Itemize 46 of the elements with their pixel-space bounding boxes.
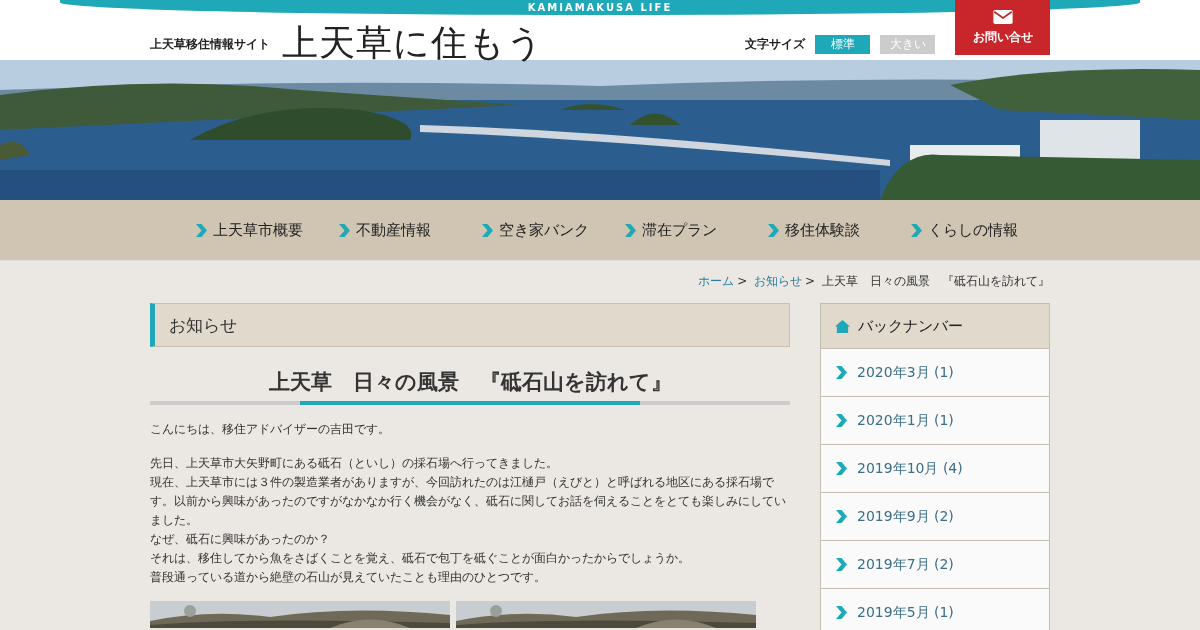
- nav-link[interactable]: 不動産情報: [314, 200, 457, 260]
- section-heading: お知らせ: [150, 303, 790, 347]
- mail-icon: [992, 9, 1013, 24]
- home-icon: [835, 318, 850, 334]
- breadcrumb-link[interactable]: ホーム: [698, 274, 735, 288]
- chevron-icon: [836, 510, 847, 523]
- breadcrumb-separator: >: [805, 274, 816, 288]
- chevron-icon: [836, 558, 847, 571]
- chevron-icon: [836, 462, 847, 475]
- chevron-icon: [836, 606, 847, 619]
- body-text: 先日、上天草市大矢野町にある砥石（といし）の採石場へ行ってきました。: [150, 455, 559, 472]
- breadcrumb-separator: >: [737, 274, 748, 288]
- archive-link[interactable]: 2020年3月 (1): [821, 349, 1049, 397]
- archive-link[interactable]: 2019年5月 (1): [821, 589, 1049, 630]
- archive-link[interactable]: 2019年10月 (4): [821, 445, 1049, 493]
- chevron-icon: [836, 414, 847, 427]
- chevron-icon: [339, 223, 350, 237]
- site-tagline: KAMIAMAKUSA LIFE: [527, 1, 673, 15]
- breadcrumb-current: 上天草 日々の風景 『砥石山を訪れて』: [822, 274, 1050, 288]
- body-text: 普段通っている道から絶壁の石山が見えていたことも理由のひとつです。: [150, 569, 547, 586]
- nav-link[interactable]: 上天草市概要: [171, 200, 314, 260]
- chevron-icon: [482, 223, 493, 237]
- sidebar-title: バックナンバー: [858, 316, 963, 336]
- archive-link[interactable]: 2019年9月 (2): [821, 493, 1049, 541]
- font-size-button[interactable]: 標準: [815, 34, 870, 54]
- font-size-label: 文字サイズ: [745, 35, 805, 53]
- nav-link[interactable]: 滞在プラン: [600, 200, 743, 260]
- archive-link[interactable]: 2019年7月 (2): [821, 541, 1049, 589]
- archive-link[interactable]: 2020年1月 (1): [821, 397, 1049, 445]
- chevron-icon: [836, 366, 847, 379]
- chevron-icon: [196, 223, 207, 237]
- nav-link[interactable]: 移住体験談: [743, 200, 886, 260]
- site-label: 上天草移住情報サイト: [150, 35, 270, 53]
- chevron-icon: [911, 223, 922, 237]
- body-text: こんにちは、移住アドバイザーの吉田です。: [150, 421, 391, 438]
- nav-link[interactable]: くらしの情報: [886, 200, 1029, 260]
- chevron-icon: [625, 223, 636, 237]
- breadcrumb-link[interactable]: お知らせ: [754, 274, 803, 288]
- body-text: それは、移住してから魚をさばくことを覚え、砥石で包丁を砥ぐことが面白かったからでしょうか。: [150, 550, 691, 567]
- body-text: 現在、上天草市には３件の製造業者がありますが、今回訪れたのは江樋戸（えびと）と呼ばれる地区にある採石場です。以前から興味があったのですがなかなか行く機会がなく、砥石に関してお話を伺えることをとても楽しみにしていました。: [150, 474, 787, 529]
- site-logo[interactable]: 上天草に住もう: [282, 23, 544, 63]
- article-title: 上天草 日々の風景 『砥石山を訪れて』: [267, 369, 673, 396]
- nav-link[interactable]: 空き家バンク: [457, 200, 600, 260]
- body-text: なぜ、砥石に興味があったのか？: [150, 531, 331, 548]
- contact-button[interactable]: お問い合せ: [955, 0, 1050, 55]
- chevron-icon: [768, 223, 779, 237]
